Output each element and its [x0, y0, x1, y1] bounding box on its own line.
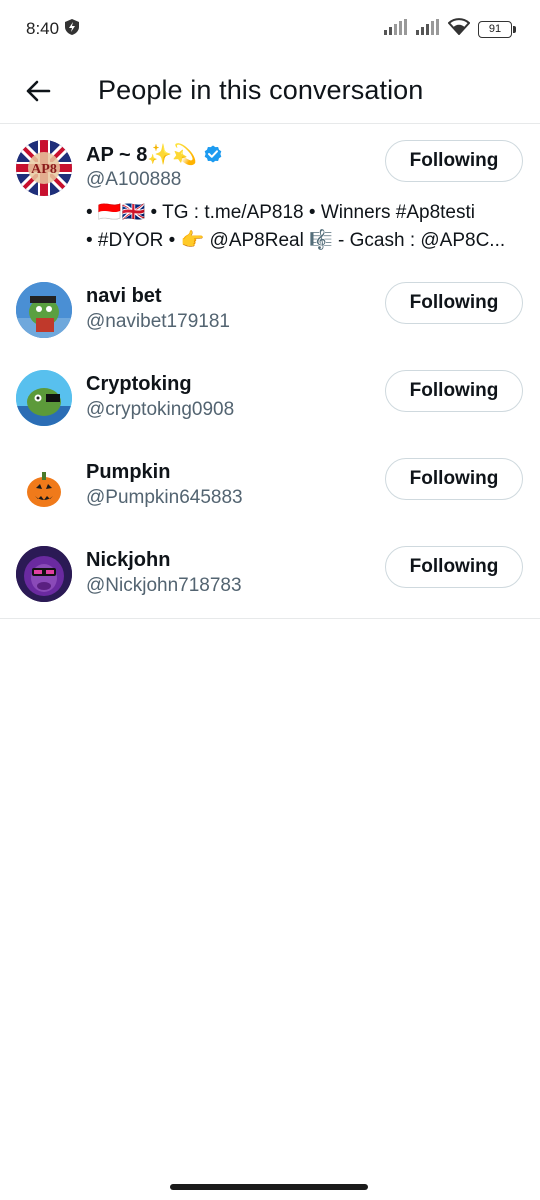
people-list: AP8 AP ~ 8✨💫 @A100888 • 🇮🇩🇬🇧 • TG : t.me… — [0, 124, 540, 619]
back-button[interactable] — [18, 71, 58, 111]
following-button[interactable]: Following — [385, 282, 523, 324]
shield-bolt-icon — [65, 18, 80, 40]
verified-badge-icon — [204, 145, 222, 163]
list-item[interactable]: Nickjohn @Nickjohn718783 Following — [0, 530, 540, 618]
signal-icon — [416, 18, 440, 40]
status-right: 91 — [384, 18, 516, 40]
list-item[interactable]: navi bet @navibet179181 Following — [0, 266, 540, 354]
wifi-icon — [447, 18, 471, 40]
following-button[interactable]: Following — [385, 546, 523, 588]
avatar[interactable]: AP8 — [16, 140, 72, 196]
avatar[interactable] — [16, 282, 72, 338]
list-item[interactable]: AP8 AP ~ 8✨💫 @A100888 • 🇮🇩🇬🇧 • TG : t.me… — [0, 124, 540, 266]
signal-icon — [384, 18, 408, 40]
list-item[interactable]: Cryptoking @cryptoking0908 Following — [0, 354, 540, 442]
home-indicator[interactable] — [170, 1184, 368, 1190]
page-title: People in this conversation — [98, 75, 424, 105]
display-name: Cryptoking — [86, 372, 192, 395]
battery-icon: 91 — [478, 20, 516, 38]
status-bar: 8:40 91 — [0, 0, 540, 58]
status-left: 8:40 — [26, 18, 80, 40]
following-button[interactable]: Following — [385, 458, 523, 500]
user-bio-line: • #DYOR • 👉 @AP8Real 🎼 - Gcash : @AP8C..… — [86, 230, 506, 251]
display-name: Nickjohn — [86, 548, 171, 571]
avatar[interactable] — [16, 458, 72, 514]
status-time: 8:40 — [26, 19, 60, 38]
battery-level: 91 — [488, 23, 502, 35]
avatar[interactable] — [16, 546, 72, 602]
avatar[interactable] — [16, 370, 72, 426]
user-bio-line: • 🇮🇩🇬🇧 • TG : t.me/AP818 • Winners #Ap8t… — [86, 202, 475, 223]
svg-text:AP8: AP8 — [31, 162, 57, 177]
arrow-left-icon — [26, 80, 51, 101]
header: People in this conversation — [0, 58, 540, 124]
following-button[interactable]: Following — [385, 140, 523, 182]
display-name: navi bet — [86, 284, 162, 307]
list-item[interactable]: Pumpkin @Pumpkin645883 Following — [0, 442, 540, 530]
display-name: AP ~ 8✨💫 — [86, 143, 198, 166]
following-button[interactable]: Following — [385, 370, 523, 412]
display-name: Pumpkin — [86, 460, 171, 483]
